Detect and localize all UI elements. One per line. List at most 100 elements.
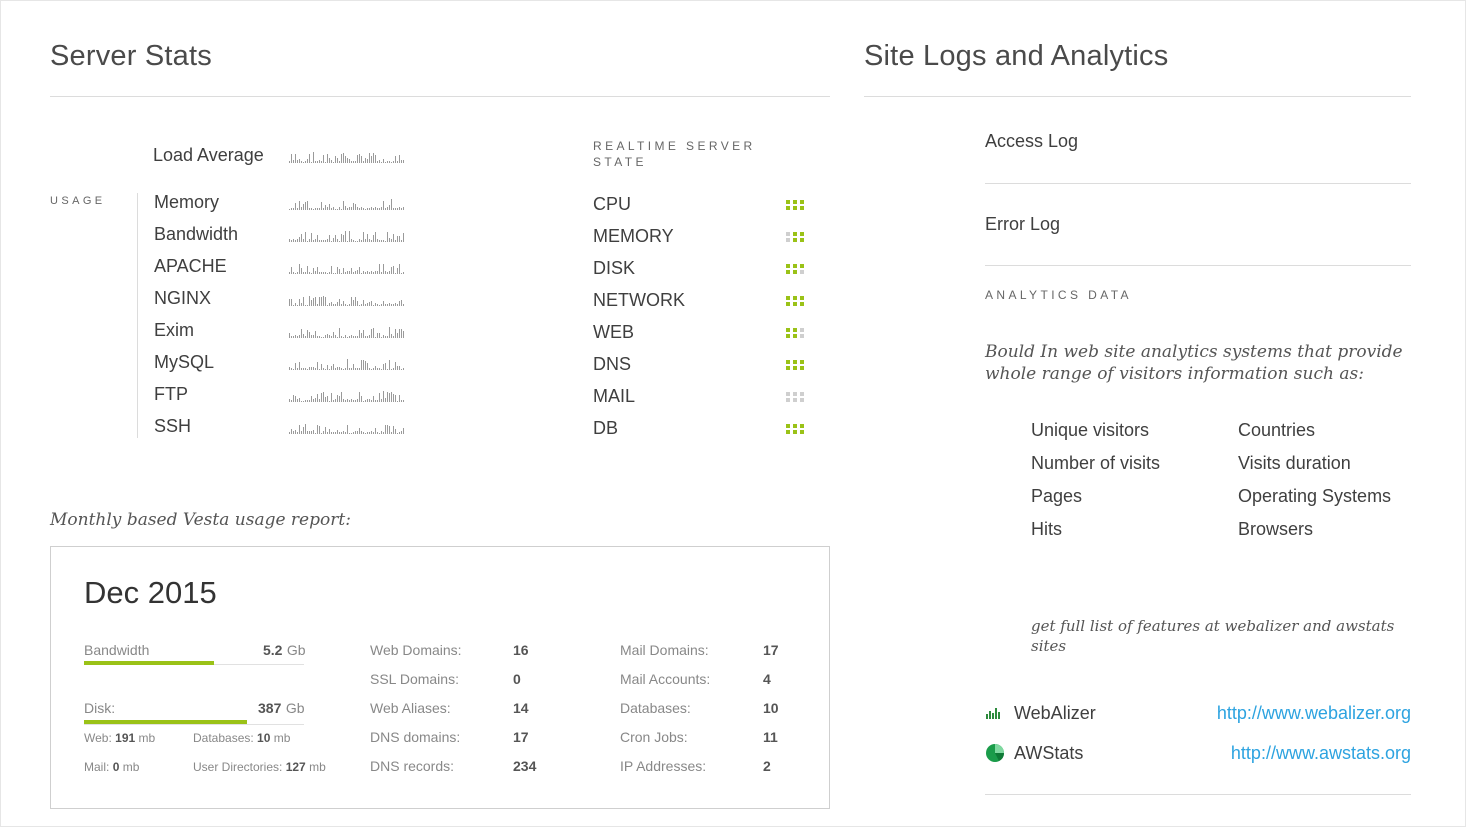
webalizer-name: WebAlizer [1014,703,1096,723]
sparkline-tick [299,201,300,210]
sparkline-tick [363,208,364,210]
sparkline-tick [375,271,376,274]
usage-item-bandwidth[interactable]: Bandwidth [154,224,238,245]
usage-item-mysql[interactable]: MySQL [154,352,214,373]
error-log-divider [985,265,1411,266]
realtime-item-disk[interactable]: DISK [593,258,635,279]
status-dot [793,232,797,236]
sparkline-tick [365,361,366,370]
webalizer-link[interactable]: http://www.webalizer.org [1205,703,1411,724]
sparkline-tick [325,297,326,306]
sparkline-tick [301,268,302,274]
sparkline-tick [371,431,372,434]
sparkline-tick [311,233,312,242]
sparkline-tick [289,272,290,274]
sparkline-tick [359,392,360,402]
sparkline-tick [343,369,344,370]
sparkline-tick [295,430,296,434]
realtime-item-memory[interactable]: MEMORY [593,226,674,247]
sparkline-tick [291,240,292,242]
sparkline-tick [309,239,310,242]
sparkline-tick [295,154,296,163]
sparkline-tick [289,432,290,434]
sparkline-tick [383,364,384,370]
sparkline-tick [391,334,392,338]
sparkline-tick [307,369,308,370]
error-log-link[interactable]: Error Log [985,214,1060,235]
access-log-link[interactable]: Access Log [985,131,1078,152]
sparkline-tick [379,264,380,274]
realtime-item-network[interactable]: NETWORK [593,290,685,311]
sparkline-tick [391,392,392,402]
sparkline-tick [383,391,384,402]
status-dot [793,398,797,402]
sparkline-tick [329,401,330,402]
sparkline-tick [305,161,306,163]
disk-status-dots [786,264,804,274]
sparkline-tick [343,337,344,338]
pie-chart-icon [985,743,1005,763]
sparkline-tick [391,162,392,163]
db-status-dots [786,424,804,434]
sparkline-tick [327,432,328,434]
sparkline-tick [355,204,356,210]
status-dot [800,232,804,236]
sparkline-tick [391,267,392,274]
sparkline-tick [353,240,354,242]
realtime-item-db[interactable]: DB [593,418,618,439]
sparkline-tick [389,303,390,306]
sparkline-tick [397,268,398,274]
sparkline-tick [323,208,324,210]
sparkline-tick [323,392,324,402]
sparkline-tick [349,336,350,338]
sparkline-tick [361,240,362,242]
stat-dns-records-value: 234 [513,758,537,774]
usage-item-apache[interactable]: APACHE [154,256,227,277]
stat-web-domains-label: Web Domains: [370,642,462,658]
bar-chart-icon [986,705,1000,719]
realtime-item-mail[interactable]: MAIL [593,386,635,407]
monthly-report-panel: Dec 2015 Bandwidth 5.2 Gb Disk: 387 Gb W… [50,546,830,809]
sparkline-tick [357,336,358,338]
features-note: get full list of features at webalizer a… [1031,617,1395,655]
status-dot [786,398,790,402]
sparkline-tick [353,400,354,402]
usage-item-ssh[interactable]: SSH [154,416,191,437]
sparkline-tick [399,236,400,242]
sparkline-tick [381,304,382,306]
stat-dns-domains-label: DNS domains: [370,729,461,745]
sparkline-tick [395,273,396,274]
sparkline-tick [327,273,328,274]
sparkline-tick [331,302,332,306]
sparkline-tick [371,329,372,338]
usage-item-nginx[interactable]: NGINX [154,288,211,309]
status-dot [800,200,804,204]
status-dot [800,264,804,268]
sparkline-tick [339,328,340,338]
awstats-link[interactable]: http://www.awstats.org [1205,743,1411,764]
sparkline-tick [373,153,374,163]
sparkline-tick [329,335,330,338]
sparkline-tick [313,209,314,210]
usage-item-ftp[interactable]: FTP [154,384,188,405]
sparkline-tick [353,161,354,163]
bandwidth-sparkline [289,231,404,242]
disk-databases-usage: Databases: 10 mb [193,731,291,745]
status-dot [800,296,804,300]
sparkline-tick [389,426,390,434]
disk-bar-track [84,724,304,725]
usage-divider [137,193,138,438]
realtime-item-web[interactable]: WEB [593,322,634,343]
sparkline-tick [307,330,308,338]
sparkline-tick [379,305,380,306]
sparkline-tick [323,240,324,242]
bandwidth-bar-fill [84,661,214,665]
sparkline-tick [319,426,320,434]
sparkline-tick [401,273,402,274]
realtime-item-cpu[interactable]: CPU [593,194,631,215]
realtime-item-dns[interactable]: DNS [593,354,631,375]
sparkline-tick [381,337,382,338]
sparkline-tick [291,429,292,434]
usage-item-memory[interactable]: Memory [154,192,219,213]
usage-item-exim[interactable]: Exim [154,320,194,341]
